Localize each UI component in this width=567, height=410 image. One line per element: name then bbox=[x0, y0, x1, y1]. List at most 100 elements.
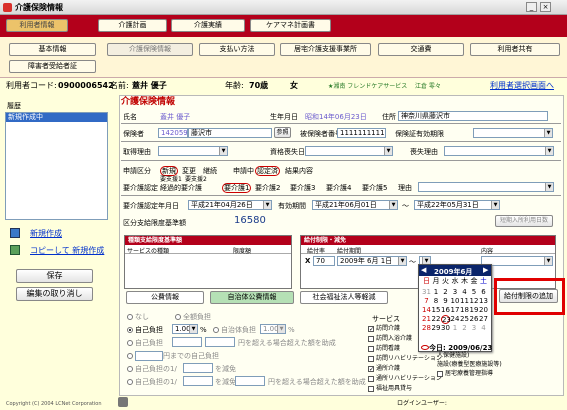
loss-reason-select[interactable]: ▼ bbox=[444, 146, 554, 156]
copy-create-link[interactable]: コピーして 新規作成 bbox=[30, 246, 104, 256]
cert-expiry-select[interactable]: ▼ bbox=[473, 128, 553, 138]
insurer-city-field[interactable]: 藤沢市 bbox=[188, 128, 272, 138]
valid-from-select[interactable]: 平成21年06月01日 ▼ bbox=[312, 200, 398, 210]
calendar-day[interactable]: 4 bbox=[460, 288, 469, 297]
calendar-day[interactable]: 5 bbox=[470, 288, 479, 297]
calendar-day[interactable]: 31 bbox=[422, 288, 431, 297]
calendar-day[interactable]: 1 bbox=[432, 288, 441, 297]
history-item[interactable]: 新規作成中 bbox=[6, 113, 107, 122]
service-item[interactable]: ✓ 通所介護 bbox=[368, 364, 400, 374]
subtab-basic[interactable]: 基本情報 bbox=[9, 43, 96, 56]
threshold-field[interactable] bbox=[205, 337, 235, 347]
subtab-disability-cert[interactable]: 障害者受給者証 bbox=[9, 60, 96, 73]
address-field[interactable]: 神奈川県藤沢市 bbox=[398, 111, 548, 121]
add-benefit-limit-button[interactable]: 給付制限の追加 bbox=[499, 289, 558, 303]
burden-local-option[interactable]: 自治体負担 bbox=[213, 325, 256, 335]
burden-self2-option[interactable]: 自己負担 bbox=[127, 338, 163, 348]
period-from-select[interactable]: 2009年 6月 1日 ▼ bbox=[337, 256, 407, 266]
calendar-day[interactable]: 6 bbox=[479, 288, 488, 297]
calendar-day[interactable]: 9 bbox=[441, 297, 450, 306]
calendar-day[interactable]: 11 bbox=[460, 297, 469, 306]
service-item[interactable]: 通所リハビリテーション bbox=[368, 374, 442, 384]
calendar-day[interactable]: 21 bbox=[422, 315, 431, 324]
calendar-day[interactable]: 15 bbox=[432, 306, 441, 315]
calendar-day[interactable]: 30 bbox=[441, 324, 450, 333]
prev-month-icon[interactable]: ◀ bbox=[421, 266, 426, 274]
fixed-amount-field[interactable] bbox=[135, 351, 163, 361]
tab-local-public-funds[interactable]: 自治体公費情報 bbox=[210, 291, 294, 304]
care-level-2[interactable]: 要介護2 bbox=[255, 183, 280, 193]
date-picker-popup[interactable]: ◀ 2009年6月 ▶ 日月火水木金土 31 1 2 3 4 5 6 7 8 9 10 11 12 13 14… bbox=[418, 264, 492, 352]
calendar-day[interactable]: 16 bbox=[441, 306, 450, 315]
subtab-support-office[interactable]: 居宅介護支援事業所 bbox=[280, 43, 371, 56]
threshold2-field[interactable] bbox=[235, 376, 265, 386]
local-rate-field[interactable]: 1.00 ▼ bbox=[260, 324, 286, 334]
calendar-day[interactable]: 3 bbox=[470, 324, 479, 333]
subtab-insurance[interactable]: 介護保険情報 bbox=[107, 43, 193, 56]
calendar-day[interactable]: 8 bbox=[432, 297, 441, 306]
calendar-day[interactable]: 3 bbox=[451, 288, 460, 297]
burden-full-option[interactable]: 全額負担 bbox=[175, 312, 211, 322]
history-list[interactable]: 新規作成中 bbox=[5, 112, 108, 220]
next-month-icon[interactable]: ▶ bbox=[483, 266, 488, 274]
cancel-edit-button[interactable]: 編集の取り消し bbox=[16, 287, 93, 301]
checkbox-icon[interactable] bbox=[368, 375, 374, 382]
qualify-loss-date-select[interactable]: ▼ bbox=[305, 146, 393, 156]
calendar-day[interactable]: 10 bbox=[451, 297, 460, 306]
care-level-5[interactable]: 要介護5 bbox=[362, 183, 387, 193]
checkbox-icon[interactable]: ✓ bbox=[368, 325, 374, 332]
burden-fraction-option[interactable]: 自己負担の1/ bbox=[127, 364, 177, 374]
new-create-link[interactable]: 新規作成 bbox=[30, 229, 62, 239]
save-button[interactable]: 保存 bbox=[16, 269, 93, 283]
calendar-day[interactable]: 27 bbox=[479, 315, 488, 324]
checkbox-icon[interactable] bbox=[368, 345, 374, 352]
minimize-button[interactable]: _ bbox=[526, 2, 537, 12]
service-item[interactable]: 福祉用具貸与 bbox=[368, 384, 412, 394]
service-item[interactable]: 訪問リハビリテーション bbox=[368, 354, 442, 364]
calendar-day[interactable]: 26 bbox=[470, 315, 479, 324]
valid-to-select[interactable]: 平成22年05月31日 ▼ bbox=[414, 200, 500, 210]
tab-user-info[interactable]: 利用者情報 bbox=[6, 19, 68, 32]
calendar-day[interactable]: 2 bbox=[460, 324, 469, 333]
calendar-day[interactable]: 25 bbox=[460, 315, 469, 324]
checkbox-icon[interactable]: ✓ bbox=[368, 365, 374, 372]
checkbox-icon[interactable] bbox=[368, 385, 374, 392]
fraction-field[interactable] bbox=[183, 363, 213, 373]
insurer-code-field[interactable]: 142059 bbox=[158, 128, 188, 138]
subtab-payment[interactable]: 支払い方法 bbox=[199, 43, 275, 56]
calendar-day[interactable]: 22 bbox=[432, 315, 441, 324]
back-to-user-select-link[interactable]: 利用者選択画面へ bbox=[490, 81, 554, 91]
cert-date-select[interactable]: 平成21年04月26日 ▼ bbox=[188, 200, 272, 210]
insurer-ref-button[interactable]: 参照 bbox=[274, 127, 291, 138]
rate-field[interactable]: 70 bbox=[313, 256, 335, 266]
calendar-day[interactable]: 29 bbox=[432, 324, 441, 333]
calendar-day[interactable]: 19 bbox=[470, 306, 479, 315]
calendar-day[interactable]: 4 bbox=[479, 324, 488, 333]
burden-none-option[interactable]: なし bbox=[127, 312, 149, 322]
calendar-day[interactable]: 7 bbox=[422, 297, 431, 306]
apply-status-certified[interactable]: 認定済 bbox=[255, 166, 280, 176]
tab-social-welfare-reduction[interactable]: 社会福祉法人等軽減 bbox=[300, 291, 388, 304]
service-item[interactable]: ✓ 訪問介護 bbox=[368, 324, 400, 334]
calendar-day[interactable]: 1 bbox=[451, 324, 460, 333]
tab-care-plan[interactable]: 介護計画 bbox=[98, 19, 167, 32]
calendar-month[interactable]: 2009年6月 bbox=[434, 267, 472, 277]
service-item[interactable]: 訪問入浴介護 bbox=[368, 334, 412, 344]
service-item[interactable]: 訪問看護 bbox=[368, 344, 400, 354]
burden-fraction2-option[interactable]: 自己負担の1/ bbox=[127, 377, 177, 387]
care-level-1[interactable]: 要介護1 bbox=[222, 183, 252, 193]
subtab-transport[interactable]: 交通費 bbox=[378, 43, 464, 56]
reason-select[interactable]: ▼ bbox=[418, 182, 554, 192]
checkbox-icon[interactable] bbox=[368, 335, 374, 342]
burden-self-option[interactable]: 自己負担 bbox=[127, 325, 163, 335]
delete-row-icon[interactable]: X bbox=[305, 257, 310, 265]
calendar-day[interactable]: 13 bbox=[479, 297, 488, 306]
fraction2-field[interactable] bbox=[183, 376, 213, 386]
close-button[interactable]: × bbox=[540, 2, 551, 12]
self2-rate-field[interactable] bbox=[172, 337, 202, 347]
checkbox-icon[interactable] bbox=[368, 355, 374, 362]
calendar-day[interactable]: 12 bbox=[470, 297, 479, 306]
care-level-transitional[interactable]: 経過的要介護 bbox=[160, 183, 202, 193]
subtab-shared[interactable]: 利用者共有 bbox=[470, 43, 560, 56]
burden-fixed-option[interactable]: 円までの自己負担 bbox=[127, 351, 219, 361]
